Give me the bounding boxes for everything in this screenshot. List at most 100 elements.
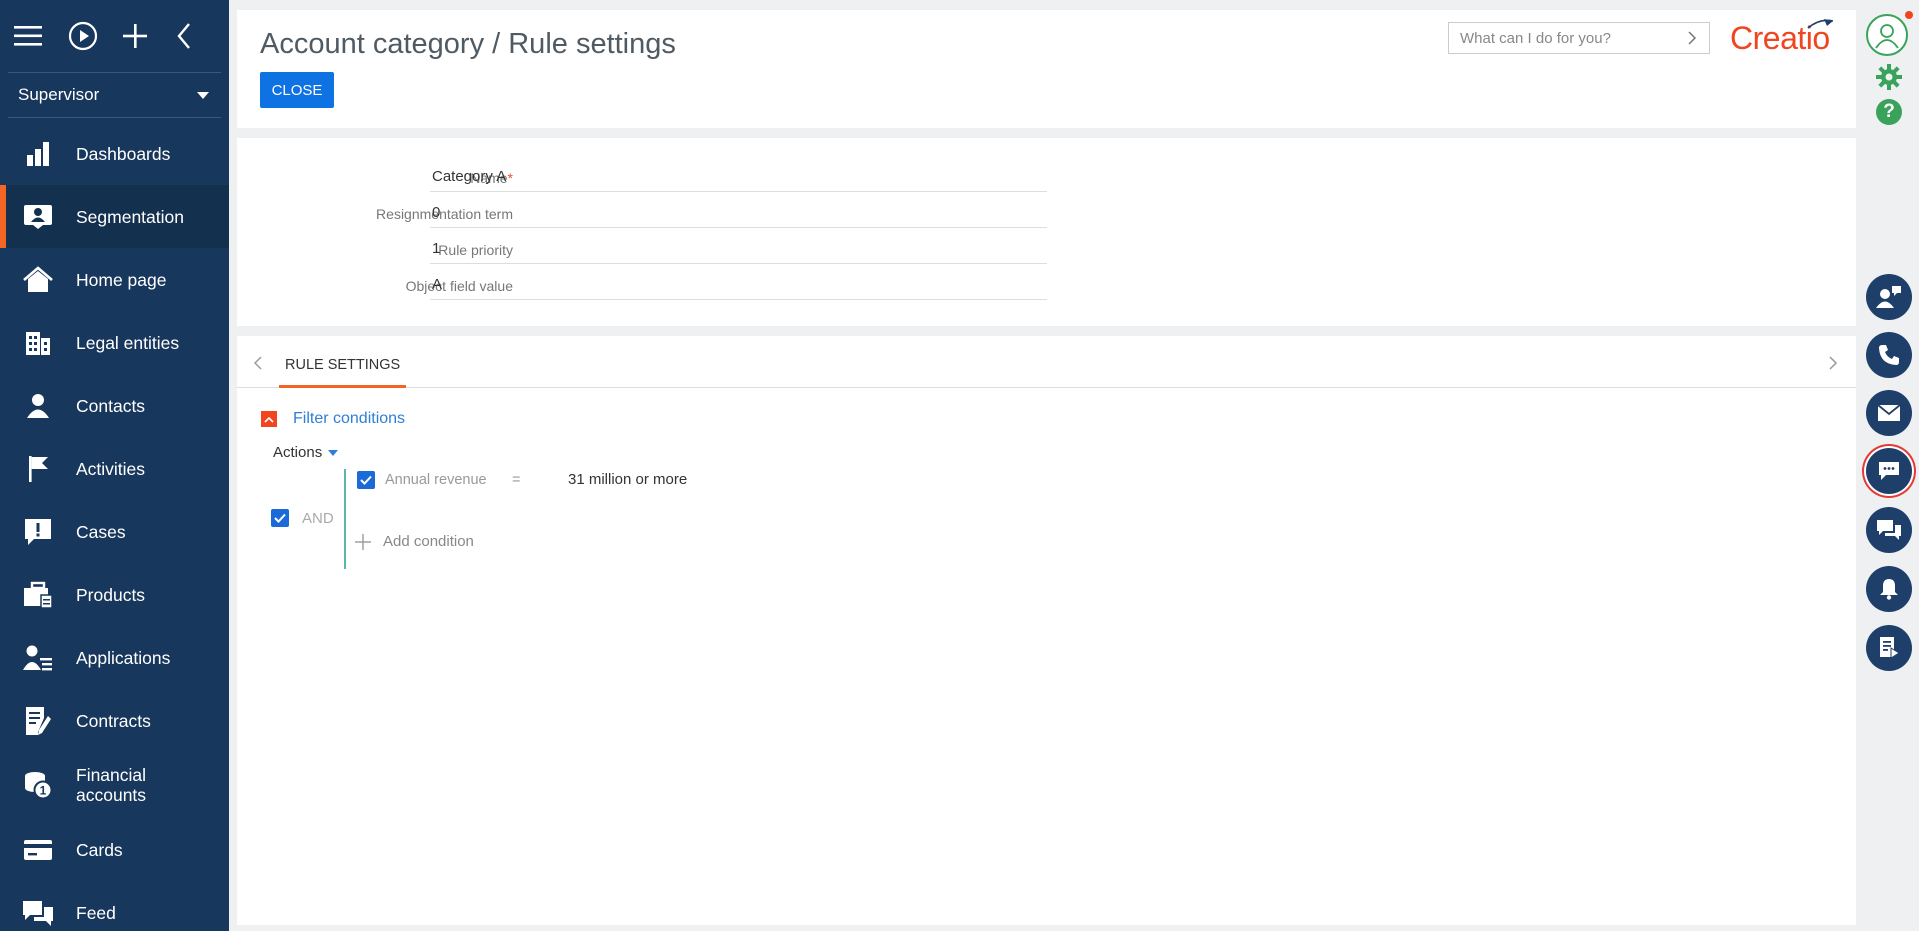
chat-button[interactable]	[1866, 448, 1912, 494]
menu-icon[interactable]	[14, 16, 68, 56]
filter-conditions-header: Filter conditions	[261, 410, 405, 428]
svg-text:1: 1	[40, 784, 47, 798]
condition-value[interactable]: 31 million or more	[568, 471, 687, 488]
object-field-value-field[interactable]: A	[430, 270, 1047, 300]
gear-icon[interactable]	[1876, 64, 1902, 95]
sidebar-item-dashboards[interactable]: Dashboards	[0, 122, 229, 185]
document-play-icon	[1880, 637, 1900, 659]
sidebar-item-home-page[interactable]: Home page	[0, 248, 229, 311]
check-icon	[360, 475, 372, 485]
name-field[interactable]: Category A	[430, 162, 1047, 192]
rule-priority-field[interactable]: 1	[430, 234, 1047, 264]
sidebar-item-applications[interactable]: Applications	[0, 626, 229, 689]
sidebar-item-label: Cases	[76, 521, 126, 542]
condition-operator[interactable]: =	[512, 472, 520, 488]
chevron-right-icon[interactable]	[1688, 31, 1697, 49]
caret-down-icon	[328, 449, 339, 456]
sidebar-item-contracts[interactable]: Contracts	[0, 689, 229, 752]
field-object-field-value: Object field value A	[237, 270, 1137, 300]
tab-rule-settings[interactable]: RULE SETTINGS	[279, 336, 407, 388]
group-operator[interactable]: AND	[302, 510, 334, 527]
contact-feedback-icon	[1876, 286, 1901, 308]
notification-dot	[1905, 11, 1913, 19]
sidebar-item-label: Products	[76, 584, 146, 605]
sidebar-item-activities[interactable]: Activities	[0, 437, 229, 500]
bar-chart-icon	[22, 138, 54, 170]
command-search-input[interactable]: What can I do for you?	[1448, 22, 1710, 54]
contract-pen-icon	[22, 705, 54, 737]
contact-feedback-button[interactable]	[1866, 274, 1912, 320]
alert-message-icon	[22, 516, 54, 548]
field-resignmentation-term: Resignmentation term 0	[237, 198, 1137, 228]
notifications-button[interactable]	[1866, 566, 1912, 612]
collapse-toggle-icon[interactable]	[261, 411, 277, 427]
close-button[interactable]: CLOSE	[260, 72, 334, 108]
page-title: Account category / Rule settings	[260, 28, 676, 60]
add-icon[interactable]	[122, 16, 176, 56]
condition-field[interactable]: Annual revenue	[385, 472, 487, 488]
chat-icon	[1879, 462, 1899, 480]
contact-card-icon	[22, 201, 54, 233]
sidebar-toolbar	[0, 0, 229, 72]
role-selector[interactable]: Supervisor	[8, 72, 221, 118]
sidebar-item-label: Dashboards	[76, 143, 171, 164]
sidebar-item-label: Feed	[76, 902, 116, 923]
sidebar-item-products[interactable]: Products	[0, 563, 229, 626]
filter-conditions-title[interactable]: Filter conditions	[293, 410, 405, 428]
user-avatar[interactable]	[1866, 14, 1908, 56]
logo-swoosh-icon	[1807, 19, 1834, 29]
field-name: Name* Category A	[237, 162, 1137, 192]
sidebar-nav: Dashboards Segmentation Home page Legal …	[0, 122, 229, 931]
sidebar-item-segmentation[interactable]: Segmentation	[0, 185, 229, 248]
sidebar-item-label: Financial accounts	[76, 765, 147, 805]
document-play-button[interactable]	[1866, 625, 1912, 671]
chevron-left-icon[interactable]	[253, 356, 262, 375]
search-placeholder: What can I do for you?	[1460, 29, 1611, 47]
person-list-icon	[22, 642, 54, 674]
group-checkbox[interactable]	[271, 509, 289, 527]
field-rule-priority: Rule priority 1	[237, 234, 1137, 264]
chevron-down-icon	[197, 91, 209, 99]
sidebar-item-label: Contacts	[76, 395, 146, 416]
sidebar-item-cards[interactable]: Cards	[0, 818, 229, 881]
check-icon	[274, 513, 286, 523]
actions-menu[interactable]: Actions	[273, 444, 339, 461]
rule-settings-panel: RULE SETTINGS Filter conditions Actions …	[237, 336, 1856, 925]
plus-icon	[355, 533, 371, 550]
sidebar-item-label: Cards	[76, 839, 123, 860]
phone-button[interactable]	[1866, 332, 1912, 378]
add-condition-label: Add condition	[383, 533, 474, 550]
messages-icon	[1877, 520, 1901, 540]
help-icon[interactable]: ?	[1876, 99, 1902, 125]
flag-icon	[22, 453, 54, 485]
record-fields: Name* Category A Resignmentation term 0 …	[237, 138, 1856, 326]
briefcase-icon	[22, 579, 54, 611]
sidebar-item-label: Applications	[76, 647, 171, 668]
email-button[interactable]	[1866, 390, 1912, 436]
chevron-right-icon[interactable]	[1829, 356, 1838, 375]
person-icon	[22, 390, 54, 422]
creatio-logo: Creatio	[1730, 19, 1834, 57]
coins-icon: 1	[22, 769, 54, 801]
sidebar-item-feed[interactable]: Feed	[0, 881, 229, 931]
bell-icon	[1880, 579, 1898, 600]
email-icon	[1877, 404, 1901, 421]
home-icon	[22, 264, 54, 296]
resignmentation-term-field[interactable]: 0	[430, 198, 1047, 228]
sidebar-item-label: Home page	[76, 269, 167, 290]
collapse-icon[interactable]	[175, 16, 229, 56]
feed-chat-icon	[22, 897, 54, 929]
user-icon	[1875, 24, 1899, 49]
messages-button[interactable]	[1866, 507, 1912, 553]
sidebar-item-contacts[interactable]: Contacts	[0, 374, 229, 437]
condition-checkbox[interactable]	[357, 471, 375, 489]
phone-icon	[1879, 345, 1899, 365]
condition-group-bracket	[344, 469, 346, 569]
play-process-icon[interactable]	[68, 16, 122, 56]
sidebar-item-label: Activities	[76, 458, 146, 479]
tab-bar: RULE SETTINGS	[237, 336, 1856, 388]
sidebar-item-cases[interactable]: Cases	[0, 500, 229, 563]
sidebar-item-financial-accounts[interactable]: 1 Financial accounts	[0, 752, 229, 818]
add-condition-button[interactable]: Add condition	[355, 533, 474, 550]
sidebar-item-legal-entities[interactable]: Legal entities	[0, 311, 229, 374]
